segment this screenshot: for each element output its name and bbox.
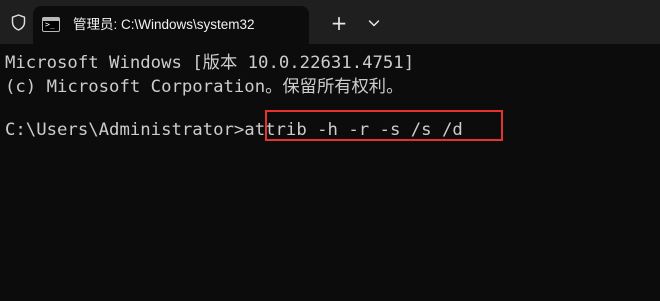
command-highlight-box: [265, 110, 503, 141]
copyright-line: (c) Microsoft Corporation。保留所有权利。: [5, 77, 404, 97]
tab-title: 管理员: C:\Windows\system32: [73, 17, 255, 32]
shield-icon: [11, 14, 26, 31]
terminal-app-icon-glyph: >_: [45, 20, 55, 29]
prompt: C:\Users\Administrator>: [5, 120, 245, 140]
title-bar: >_ 管理员: C:\Windows\system32 ✕ +: [0, 0, 660, 44]
tab-terminal[interactable]: >_ 管理员: C:\Windows\system32 ✕: [33, 6, 309, 44]
plus-icon[interactable]: +: [328, 12, 350, 34]
version-line: Microsoft Windows [版本 10.0.22631.4751]: [5, 53, 415, 73]
terminal-output[interactable]: Microsoft Windows [版本 10.0.22631.4751] (…: [0, 44, 660, 301]
chevron-down-icon[interactable]: [363, 12, 385, 34]
terminal-app-icon: >_: [42, 17, 60, 32]
tab-title-fade: [261, 6, 289, 44]
